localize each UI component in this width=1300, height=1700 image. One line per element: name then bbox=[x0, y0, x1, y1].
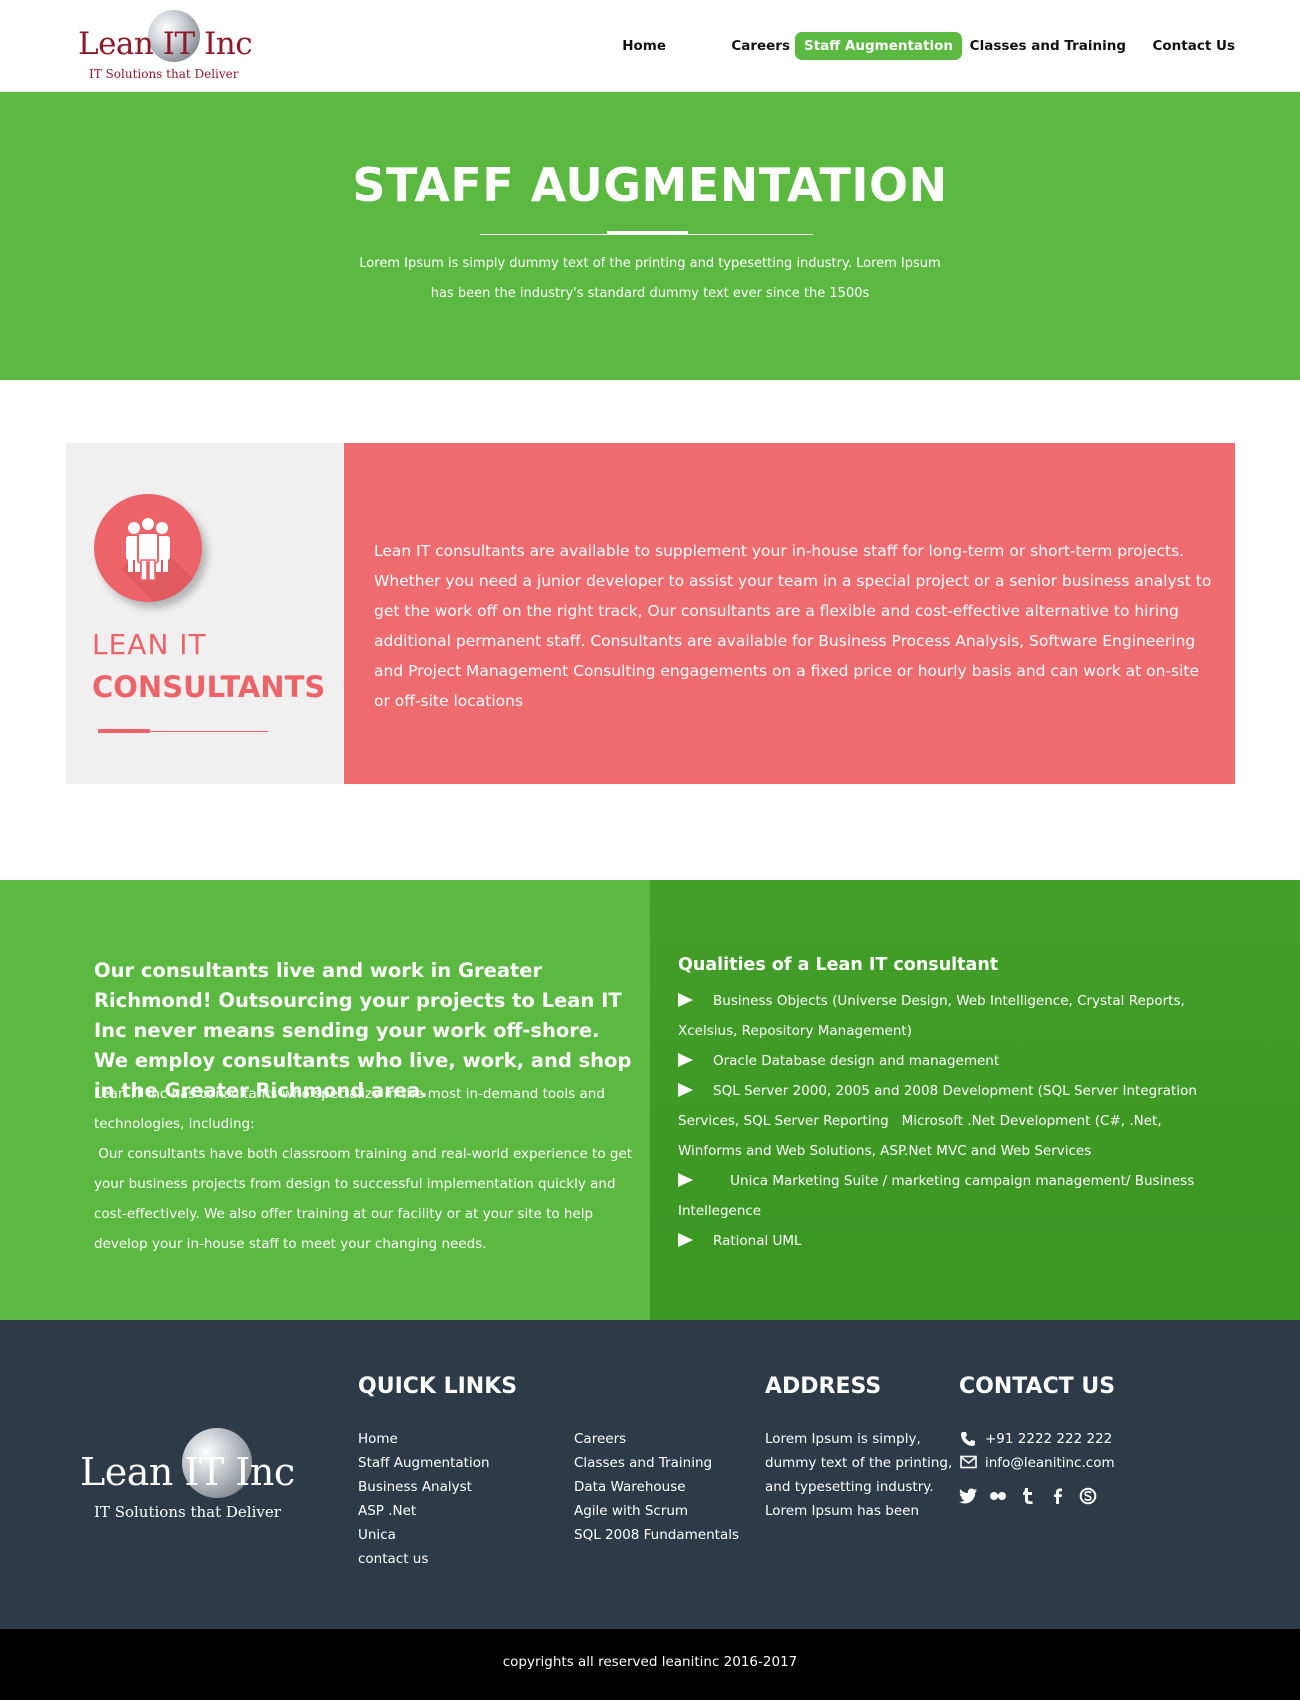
mail-icon bbox=[960, 1455, 977, 1469]
qualities-list: Business Objects (Universe Design, Web I… bbox=[678, 986, 1198, 1256]
footer-logo[interactable]: Lean IT Inc IT Solutions that Deliver bbox=[80, 1428, 295, 1521]
list-item: SQL Server 2000, 2005 and 2008 Developme… bbox=[678, 1083, 1202, 1159]
list-item: Rational UML bbox=[678, 1226, 1198, 1256]
consultants-heading-light: LEAN IT bbox=[92, 628, 207, 661]
site-header: Lean IT Inc IT Solutions that Deliver Ho… bbox=[0, 0, 1300, 92]
facebook-icon[interactable] bbox=[1048, 1487, 1070, 1507]
footer-link-home[interactable]: Home bbox=[358, 1427, 490, 1451]
consultants-heading-bold: CONSULTANTS bbox=[92, 670, 326, 704]
copyright-text: copyrights all reserved leanitinc 2016-2… bbox=[502, 1654, 798, 1670]
footer-link-sql-2008[interactable]: SQL 2008 Fundamentals bbox=[574, 1523, 739, 1547]
local-body-paragraph-1: Lean IT Inc has consultants who speciali… bbox=[94, 1086, 605, 1132]
title-divider-accent bbox=[607, 231, 688, 235]
logo-brand: Lean IT Inc bbox=[78, 26, 253, 62]
footer-link-agile-scrum[interactable]: Agile with Scrum bbox=[574, 1499, 739, 1523]
consultants-divider-accent bbox=[98, 729, 150, 733]
arrow-right-icon bbox=[678, 1053, 693, 1067]
footer-link-careers[interactable]: Careers bbox=[574, 1427, 739, 1451]
list-item: Business Objects (Universe Design, Web I… bbox=[678, 993, 1185, 1039]
email-address: info@leanitinc.com bbox=[985, 1455, 1115, 1471]
footer-link-business-analyst[interactable]: Business Analyst bbox=[358, 1475, 490, 1499]
qualities-title: Qualities of a Lean IT consultant bbox=[678, 955, 999, 975]
contact-title: CONTACT US bbox=[959, 1374, 1116, 1399]
team-icon bbox=[94, 494, 202, 602]
arrow-right-icon bbox=[678, 1083, 693, 1097]
quick-links-col-1: Home Staff Augmentation Business Analyst… bbox=[358, 1427, 490, 1571]
local-body: Lean IT Inc has consultants who speciali… bbox=[94, 1079, 634, 1259]
address-title: ADDRESS bbox=[765, 1374, 882, 1399]
skype-icon[interactable] bbox=[1078, 1487, 1100, 1507]
twitter-icon[interactable] bbox=[958, 1487, 980, 1507]
arrow-right-icon bbox=[678, 1173, 693, 1187]
tumblr-icon[interactable] bbox=[1018, 1487, 1040, 1507]
arrow-right-icon bbox=[678, 993, 693, 1007]
nav-home[interactable]: Home bbox=[622, 32, 666, 60]
footer-link-classes-training[interactable]: Classes and Training bbox=[574, 1451, 739, 1475]
quick-links-title: QUICK LINKS bbox=[358, 1374, 518, 1399]
footer-logo-brand: Lean IT Inc bbox=[80, 1450, 295, 1494]
quick-links-col-2: Careers Classes and Training Data Wareho… bbox=[574, 1427, 739, 1547]
phone-icon bbox=[961, 1432, 975, 1446]
footer-link-asp-net[interactable]: ASP .Net bbox=[358, 1499, 490, 1523]
hero-banner: STAFF AUGMENTATION Lorem Ipsum is simply… bbox=[0, 92, 1300, 380]
nav-staff-augmentation[interactable]: Staff Augmentation bbox=[794, 32, 962, 60]
nav-contact-us[interactable]: Contact Us bbox=[1152, 32, 1235, 60]
arrow-right-icon bbox=[678, 1233, 693, 1247]
footer-link-unica[interactable]: Unica bbox=[358, 1523, 490, 1547]
list-item: Oracle Database design and management bbox=[678, 1046, 1198, 1076]
local-body-paragraph-2: Our consultants have both classroom trai… bbox=[94, 1146, 633, 1252]
footer-link-contact-us[interactable]: contact us bbox=[358, 1547, 490, 1571]
address-text: Lorem Ipsum is simply, dummy text of the… bbox=[765, 1431, 953, 1519]
footer-logo-tagline: IT Solutions that Deliver bbox=[94, 1503, 281, 1521]
flickr-icon[interactable] bbox=[988, 1487, 1010, 1507]
logo[interactable]: Lean IT Inc IT Solutions that Deliver bbox=[78, 10, 253, 84]
phone-number: +91 2222 222 222 bbox=[985, 1431, 1113, 1447]
nav-classes-training[interactable]: Classes and Training bbox=[970, 32, 1126, 60]
footer-link-data-warehouse[interactable]: Data Warehouse bbox=[574, 1475, 739, 1499]
consultants-description: Lean IT consultants are available to sup… bbox=[374, 542, 1212, 710]
page-title: STAFF AUGMENTATION bbox=[352, 158, 948, 212]
logo-tagline: IT Solutions that Deliver bbox=[89, 67, 239, 81]
list-item: Unica Marketing Suite / marketing campai… bbox=[678, 1173, 1199, 1219]
copyright-bar: copyrights all reserved leanitinc 2016-2… bbox=[0, 1629, 1300, 1700]
nav-careers[interactable]: Careers bbox=[731, 32, 790, 60]
footer-link-staff-augmentation[interactable]: Staff Augmentation bbox=[358, 1451, 490, 1475]
hero-subtitle: Lorem Ipsum is simply dummy text of the … bbox=[359, 256, 941, 301]
